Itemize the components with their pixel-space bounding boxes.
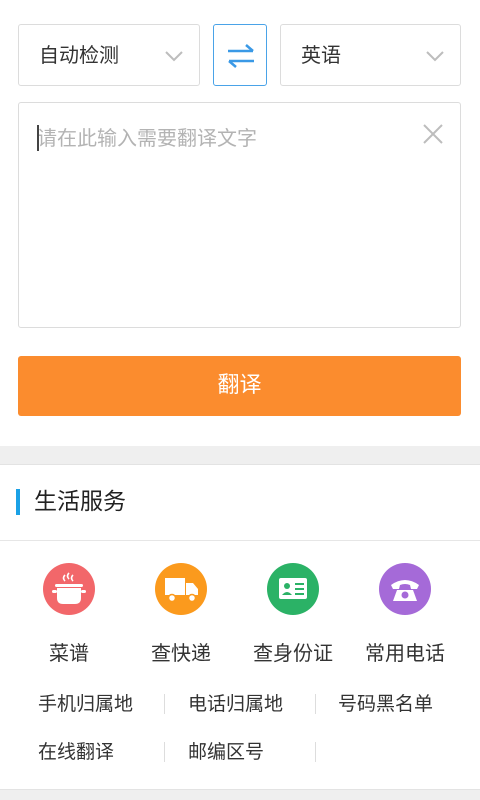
source-language-label: 自动检测 (39, 43, 119, 67)
service-common-phones[interactable]: 常用电话 (344, 563, 464, 673)
divider (164, 694, 165, 714)
text-cursor (37, 125, 39, 151)
cooking-pot-icon (43, 563, 95, 615)
service-express-tracking[interactable]: 查快递 (120, 563, 240, 673)
input-placeholder: 请在此输入需要翻译文字 (37, 126, 257, 150)
service-label: 查身份证 (253, 641, 333, 665)
translator-panel: 自动检测 英语 请在此输入需要翻译文字 翻译 (0, 0, 480, 446)
service-recipes[interactable]: 菜谱 (8, 563, 128, 673)
section-title: 生活服务 (34, 489, 126, 515)
life-services-section: 生活服务 菜谱 查快递 查身份证 常用电话 手机归属地 电话归属地 号码黑名单 … (0, 464, 480, 790)
service-label: 常用电话 (365, 641, 445, 665)
link-postal-area-code[interactable]: 邮编区号 (188, 738, 264, 766)
source-language-select[interactable]: 自动检测 (18, 24, 200, 86)
swap-arrows-icon (228, 44, 254, 68)
section-header: 生活服务 (0, 465, 480, 541)
divider (164, 742, 165, 762)
link-online-translate[interactable]: 在线翻译 (38, 738, 114, 766)
translation-input[interactable]: 请在此输入需要翻译文字 (18, 102, 461, 328)
link-number-blacklist[interactable]: 号码黑名单 (338, 690, 433, 718)
link-phone-location[interactable]: 电话归属地 (188, 690, 283, 718)
service-label: 菜谱 (49, 641, 89, 665)
service-id-card[interactable]: 查身份证 (232, 563, 352, 673)
telephone-icon (379, 563, 431, 615)
target-language-select[interactable]: 英语 (280, 24, 461, 86)
section-accent-bar (16, 489, 20, 515)
link-mobile-location[interactable]: 手机归属地 (38, 690, 133, 718)
delivery-truck-icon (155, 563, 207, 615)
close-icon[interactable] (420, 121, 446, 147)
divider (315, 694, 316, 714)
chevron-down-icon (426, 51, 444, 62)
target-language-label: 英语 (301, 43, 341, 67)
chevron-down-icon (165, 51, 183, 62)
id-card-icon (267, 563, 319, 615)
divider (315, 742, 316, 762)
swap-languages-button[interactable] (213, 24, 267, 86)
translate-button[interactable]: 翻译 (18, 356, 461, 416)
service-label: 查快递 (151, 641, 211, 665)
